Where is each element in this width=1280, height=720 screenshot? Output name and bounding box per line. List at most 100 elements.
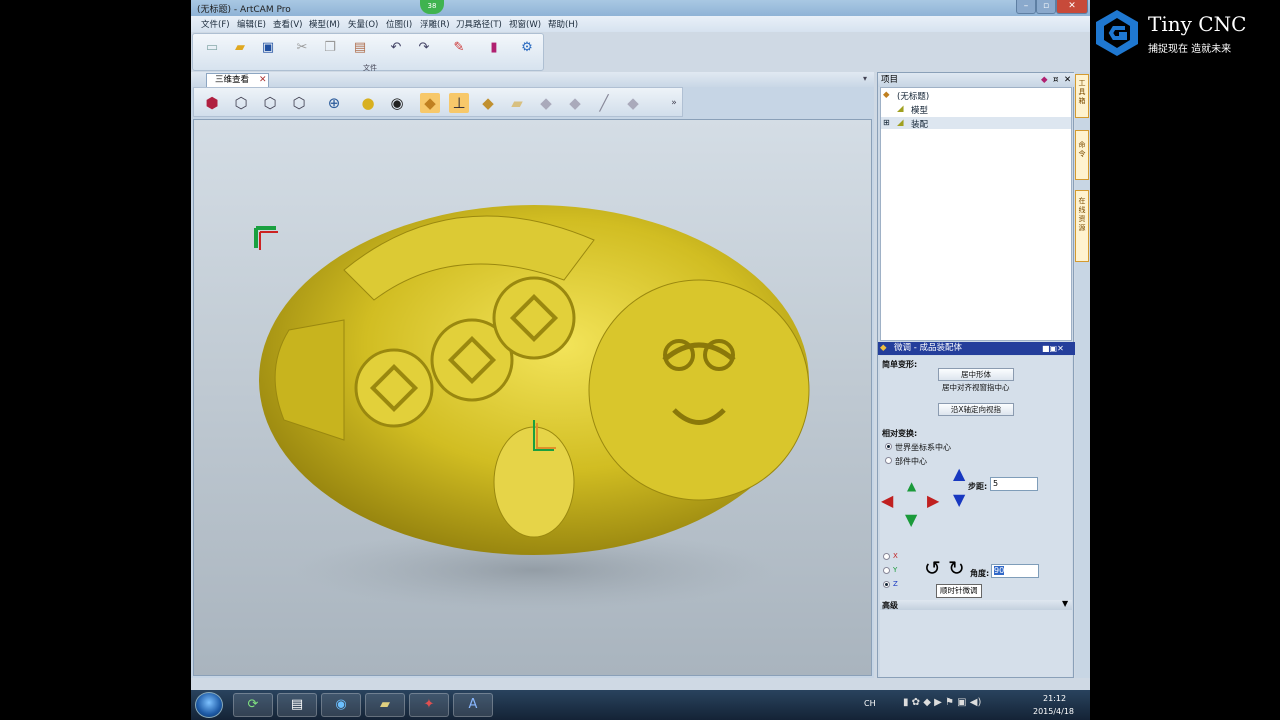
artcam-icon[interactable]: A	[453, 693, 493, 717]
axes-icon[interactable]: ⊥	[449, 93, 469, 113]
shade-icon[interactable]: ◆	[565, 93, 585, 113]
axis-z-label: Z	[893, 580, 898, 588]
sidetab-toolbox-label: 工具箱	[1078, 79, 1086, 105]
app-window: (无标题) - ArtCAM Pro 38 – ▫ ✕ 文件(F) 编辑(E) …	[191, 0, 1090, 690]
align-x-axis-button[interactable]: 沿X轴定向视指	[938, 403, 1014, 416]
system-tray-icons[interactable]: ▮ ✿ ◆ ▶ ⚑ ▣ ◀)	[903, 697, 981, 708]
chevron-down-icon[interactable]: ▾	[863, 74, 867, 83]
toolpath-icon[interactable]: ◆	[623, 93, 643, 113]
undo-icon[interactable]: ↶	[387, 39, 405, 57]
tree-root[interactable]: (无标题)	[897, 90, 929, 102]
book-icon[interactable]: ▮	[485, 39, 503, 57]
center-model-button[interactable]: 居中形体	[938, 368, 1014, 381]
pin-icon[interactable]: ◆	[1041, 73, 1048, 87]
overflow-chevron-icon[interactable]: »	[668, 93, 680, 113]
step-input[interactable]: 5	[990, 477, 1038, 491]
golden-figure-model	[259, 205, 810, 555]
menu-edit[interactable]: 编辑(E)	[237, 18, 266, 30]
minimize-button[interactable]: –	[1016, 0, 1036, 14]
copy-icon[interactable]: ❐	[321, 39, 339, 57]
view-top-icon[interactable]: ⬡	[289, 93, 309, 113]
globe-icon[interactable]: ◉	[321, 693, 361, 717]
raise-z-icon[interactable]: ▲	[953, 466, 965, 482]
zoom-icon[interactable]: ⊕	[324, 93, 344, 113]
light-bulb-icon[interactable]: ●	[358, 93, 378, 113]
redo-icon[interactable]: ↷	[415, 39, 433, 57]
menu-view[interactable]: 查看(V)	[273, 18, 302, 30]
relative-transform-label: 相对变换:	[882, 429, 918, 438]
view-front-icon[interactable]: ⬡	[231, 93, 251, 113]
move-up-icon[interactable]: ▲	[907, 478, 916, 494]
rotate-ccw-icon[interactable]: ↺	[924, 558, 941, 578]
move-right-icon[interactable]: ▶	[927, 493, 939, 509]
advanced-expand-icon[interactable]: ▼	[1062, 599, 1068, 608]
wand-icon[interactable]: ✦	[409, 693, 449, 717]
tree-item-assembly[interactable]: 装配	[911, 118, 928, 130]
tweak-window-controls[interactable]: ■▣✕	[1042, 342, 1064, 355]
rotate-cw-icon[interactable]: ↻	[948, 558, 965, 578]
relief-icon[interactable]: ◆	[478, 93, 498, 113]
plane-icon[interactable]: ◆	[420, 93, 440, 113]
view-side-icon[interactable]: ⬡	[260, 93, 280, 113]
tab-3d-view[interactable]: 三维查看 ✕	[206, 73, 269, 87]
move-down-icon[interactable]: ▼	[905, 512, 917, 528]
axis-y-radio[interactable]	[883, 567, 890, 574]
language-indicator[interactable]: CH	[864, 699, 876, 708]
clock-time[interactable]: 21:12	[1043, 694, 1066, 703]
origin-marker-icon	[254, 226, 278, 250]
center-hint-label: 居中对齐视窗指中心	[942, 383, 1010, 392]
3d-scene	[254, 205, 810, 610]
axis-z-radio[interactable]	[883, 581, 890, 588]
wireframe-icon[interactable]: ◆	[536, 93, 556, 113]
menu-vector[interactable]: 矢量(O)	[348, 18, 378, 30]
tree-item-model[interactable]: 模型	[911, 104, 928, 116]
paste-icon[interactable]: ▤	[351, 39, 369, 57]
edit-icon[interactable]: ✎	[450, 39, 468, 57]
axis-x-radio[interactable]	[883, 553, 890, 560]
tools-icon[interactable]: ⚙	[518, 39, 536, 57]
new-doc-icon[interactable]: ▭	[203, 39, 221, 57]
3d-viewport[interactable]	[193, 119, 872, 676]
part-center-radio[interactable]	[885, 457, 892, 464]
doc-icon[interactable]: ▤	[277, 693, 317, 717]
advanced-section-bar[interactable]: 高级 ▼	[880, 599, 1072, 610]
menu-relief[interactable]: 浮雕(R)	[420, 18, 450, 30]
material-icon[interactable]: ▰	[507, 93, 527, 113]
ie-icon[interactable]: ⟳	[233, 693, 273, 717]
move-left-icon[interactable]: ◀	[881, 493, 893, 509]
document-area: 三维查看 ✕ ▾ ⬢ ⬡ ⬡ ⬡ ⊕ ● ◉ ◆ ⊥ ◆ ▰ ◆ ◆ ╱ ◆ »	[191, 72, 874, 678]
close-icon[interactable]: ✕	[259, 74, 267, 87]
world-center-radio[interactable]	[885, 443, 892, 450]
sidetab-command[interactable]: 命令	[1075, 130, 1089, 180]
tab-3d-view-label: 三维查看	[215, 75, 250, 85]
menu-file[interactable]: 文件(F)	[201, 18, 230, 30]
menu-toolpath[interactable]: 刀具路径(T)	[456, 18, 502, 30]
maximize-button[interactable]: ▫	[1036, 0, 1056, 14]
clock-date[interactable]: 2015/4/18	[1033, 707, 1074, 716]
panel-close-icon[interactable]: ✕	[1064, 73, 1071, 87]
close-button[interactable]: ✕	[1056, 0, 1088, 14]
tree-item-assembly-row[interactable]	[881, 117, 1071, 129]
menu-model[interactable]: 模型(M)	[309, 18, 340, 30]
iso-view-icon[interactable]: ⬢	[202, 93, 222, 113]
menu-window[interactable]: 视窗(W)	[509, 18, 541, 30]
angle-value-selection: 90	[994, 566, 1005, 575]
menu-bitmap[interactable]: 位图(I)	[386, 18, 412, 30]
sidetab-toolbox[interactable]: 工具箱	[1075, 74, 1089, 118]
panel-pin-icon[interactable]: ¤	[1053, 73, 1058, 87]
sidetab-online[interactable]: 在线资源	[1075, 190, 1089, 262]
open-folder-icon[interactable]: ▰	[231, 39, 249, 57]
eye-icon[interactable]: ◉	[387, 93, 407, 113]
brush-icon[interactable]: ╱	[594, 93, 614, 113]
start-button[interactable]	[195, 692, 223, 718]
save-icon[interactable]: ▣	[259, 39, 277, 57]
project-header-label: 项目	[881, 75, 899, 85]
angle-input[interactable]: 90	[991, 564, 1039, 578]
menu-help[interactable]: 帮助(H)	[548, 18, 578, 30]
right-panel: 项目 ◆ ¤ ✕ ◆ (无标题) ◢ 模型 ⊞ ◢ 装配 ◆ 微调 - 成品装配…	[877, 72, 1075, 678]
lower-z-icon[interactable]: ▼	[953, 492, 965, 508]
expand-icon[interactable]: ⊞	[883, 118, 890, 127]
cut-icon[interactable]: ✂	[293, 39, 311, 57]
file-manager-icon[interactable]: ▰	[365, 693, 405, 717]
world-center-label: 世界坐标系中心	[895, 443, 951, 452]
